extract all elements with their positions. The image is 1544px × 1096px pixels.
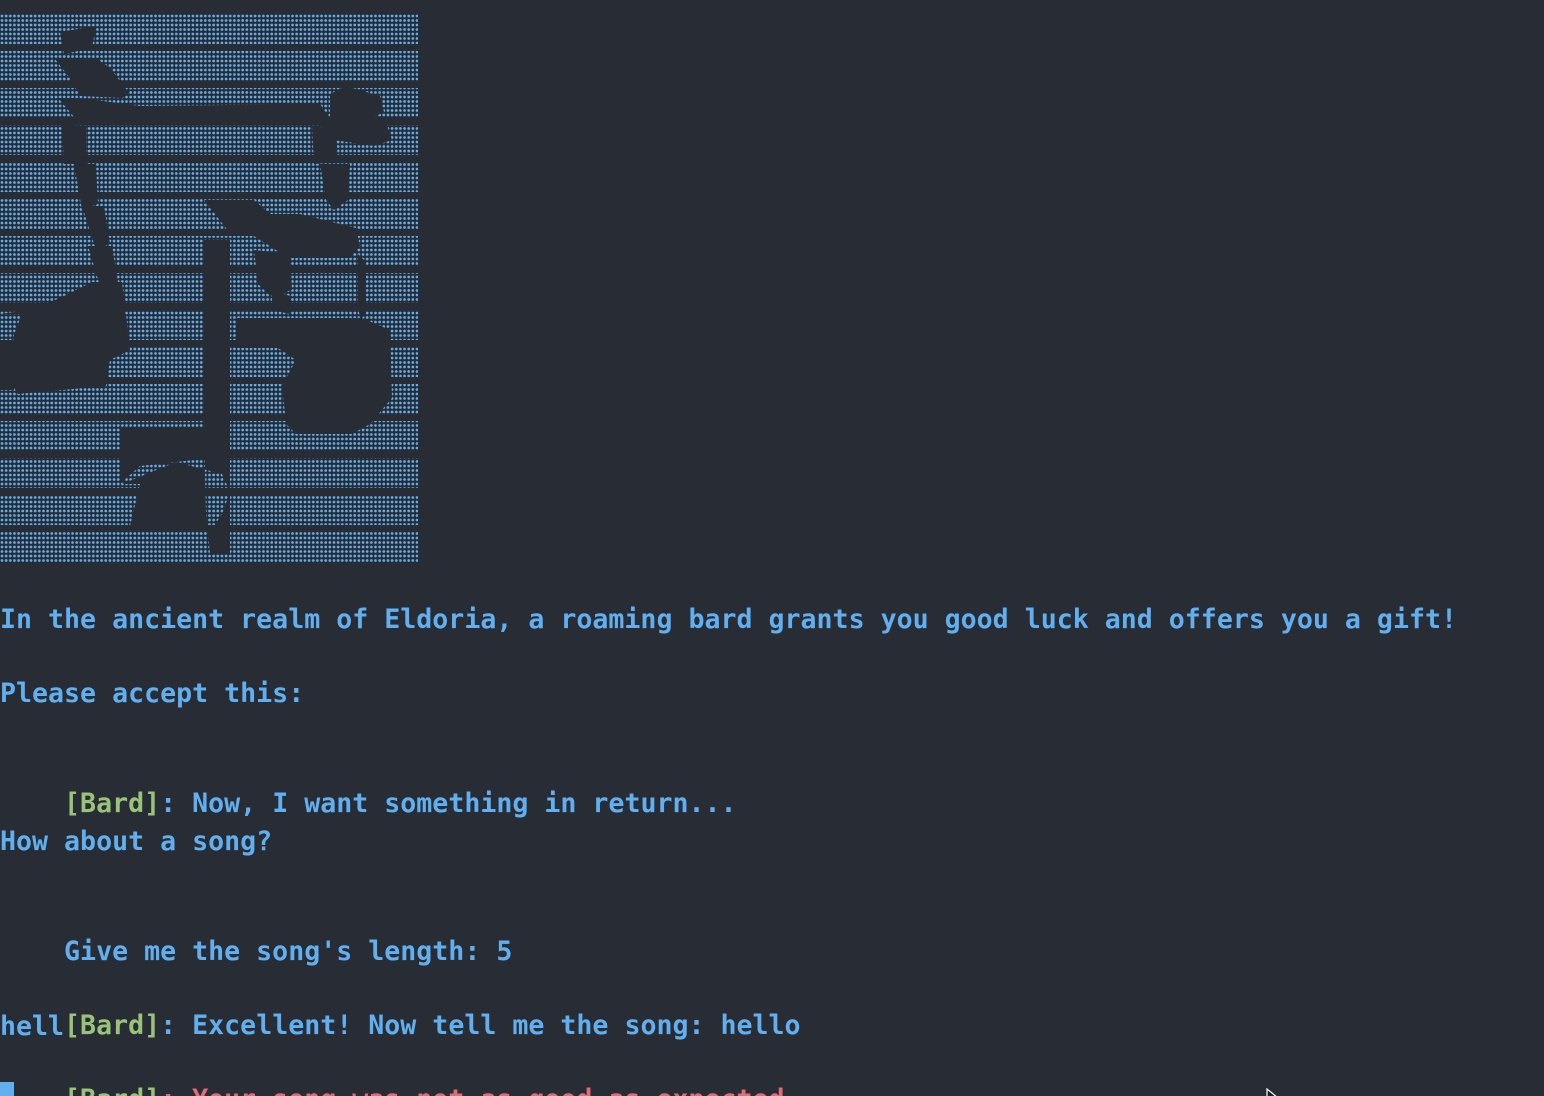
previous-prompt-remnant bbox=[0, 0, 70, 2]
bard-tag: [Bard] bbox=[64, 1084, 160, 1096]
song-echo-line: hell bbox=[0, 1011, 65, 1042]
length-prompt-text: Give me the song's length: bbox=[64, 936, 497, 967]
length-prompt-line: Give me the song's length: 5 bbox=[0, 898, 512, 967]
bard-result-text: : Your song was not as good as expected.… bbox=[160, 1084, 832, 1096]
terminal-window[interactable]: In the ancient realm of Eldoria, a roami… bbox=[0, 0, 1544, 1096]
bard-excellent-line: [Bard]: Excellent! Now tell me the song:… bbox=[0, 972, 801, 1041]
bard-result-line: [Bard]: Your song was not as good as exp… bbox=[0, 1046, 833, 1096]
bard-ascii-art-icon bbox=[0, 14, 418, 562]
bard-tag: [Bard] bbox=[64, 1010, 161, 1041]
bard-return-line: [Bard]: Now, I want something in return.… bbox=[0, 750, 736, 819]
mouse-pointer-icon bbox=[1266, 1080, 1282, 1096]
bard-tag: [Bard] bbox=[64, 788, 161, 819]
length-input-value: 5 bbox=[496, 936, 513, 967]
song-question-line: How about a song? bbox=[0, 826, 273, 857]
bard-return-text: : Now, I want something in return... bbox=[160, 788, 737, 819]
accept-line: Please accept this: bbox=[0, 678, 305, 709]
intro-line: In the ancient realm of Eldoria, a roami… bbox=[0, 604, 1457, 635]
song-input-value: hello bbox=[720, 1010, 801, 1041]
bard-excellent-text: : Excellent! Now tell me the song: bbox=[160, 1010, 721, 1041]
terminal-cursor[interactable] bbox=[0, 1082, 14, 1096]
